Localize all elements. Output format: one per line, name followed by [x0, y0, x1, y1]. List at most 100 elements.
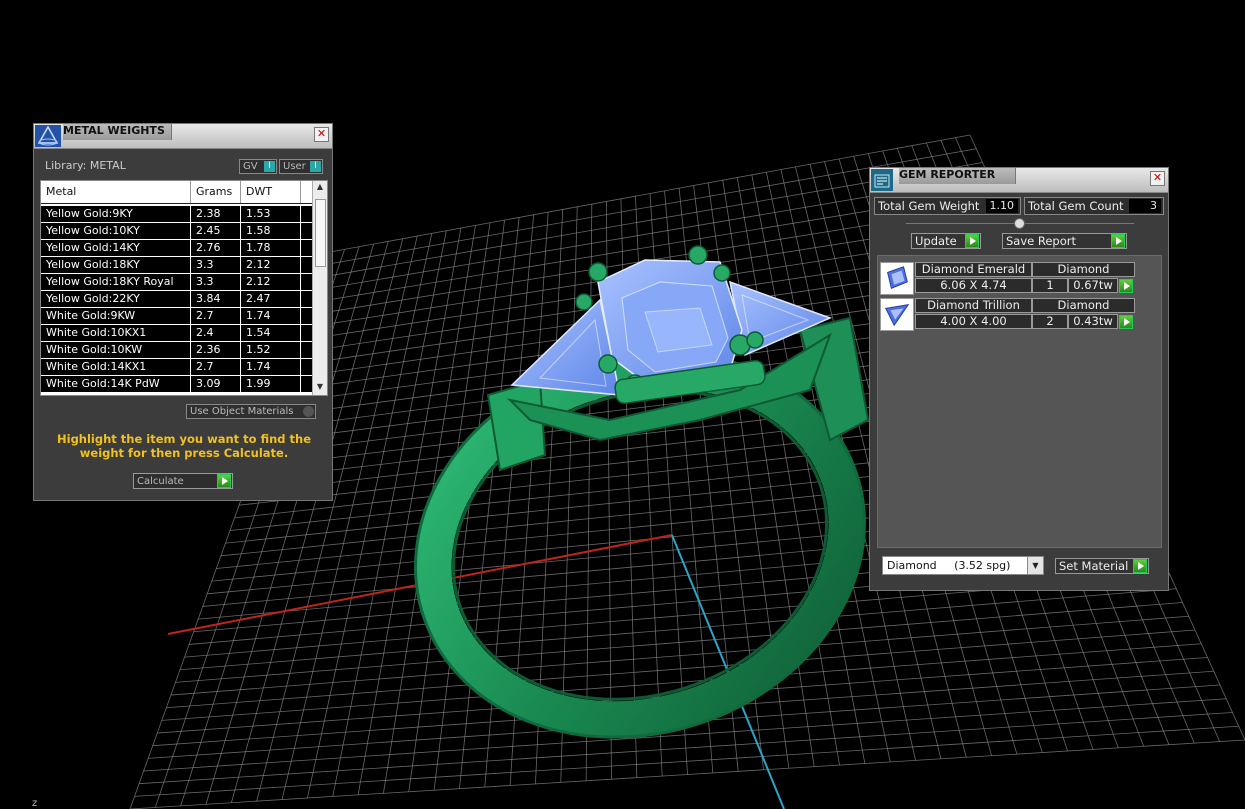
- cell-metal: White Gold:14K PdW: [41, 376, 191, 392]
- metal-table-header: Metal Grams DWT: [41, 181, 313, 204]
- cell-metal: Yellow Gold:10KY: [41, 223, 191, 239]
- gem-reporter-titlebar[interactable]: GEM REPORTER ✕: [870, 168, 1168, 193]
- table-row[interactable]: Yellow Gold:9KY 2.38 1.53: [41, 206, 313, 223]
- gem-detail-arrow-icon[interactable]: [1119, 315, 1133, 329]
- cell-metal: Yellow Gold:18KY: [41, 257, 191, 273]
- gem-list[interactable]: Diamond Emerald Diamond 6.06 X 4.74 1 0.…: [877, 255, 1162, 548]
- table-row[interactable]: Yellow Gold:18KY Royal 3.3 2.12: [41, 274, 313, 291]
- cell-metal: White Gold:9KW: [41, 308, 191, 324]
- gem-size: 6.06 X 4.74: [915, 278, 1032, 293]
- grid-line: [129, 739, 1245, 809]
- gem-weight: 0.67tw: [1068, 278, 1118, 293]
- set-material-button[interactable]: Set Material: [1055, 558, 1149, 574]
- total-gem-weight-value: 1.10: [986, 199, 1018, 213]
- total-gem-count-value: 3: [1129, 199, 1161, 213]
- user-toggle-label: User: [283, 161, 306, 172]
- cell-dwt: 1.78: [241, 240, 301, 256]
- grid-line: [134, 725, 1239, 797]
- table-row[interactable]: White Gold:10KW 2.36 1.52: [41, 342, 313, 359]
- metal-table-scrollbar[interactable]: ▲ ▼: [312, 181, 327, 395]
- use-object-materials-toggle[interactable]: Use Object Materials: [186, 404, 316, 419]
- cell-dwt: 1.54: [241, 325, 301, 341]
- set-material-label: Set Material: [1059, 559, 1129, 573]
- divider-handle-icon[interactable]: [1014, 218, 1025, 229]
- toggle-indicator-icon: I: [264, 161, 275, 172]
- instruction-text: Highlight the item you want to find the …: [57, 432, 311, 460]
- save-report-button[interactable]: Save Report: [1002, 233, 1127, 249]
- metal-weights-title: METAL WEIGHTS: [63, 124, 172, 140]
- gem-name: Diamond Emerald: [915, 262, 1032, 277]
- column-header-grams[interactable]: Grams: [191, 181, 241, 203]
- gem-material: Diamond: [1032, 298, 1135, 313]
- metal-weights-titlebar[interactable]: METAL WEIGHTS ✕: [34, 124, 332, 149]
- save-report-label: Save Report: [1006, 234, 1077, 248]
- scroll-thumb[interactable]: [315, 199, 326, 267]
- table-row[interactable]: White Gold:14KX1 2.7 1.74: [41, 359, 313, 376]
- table-row[interactable]: White Gold:14K PdW 3.09 1.99: [41, 376, 313, 393]
- cell-grams: 3.3: [191, 274, 241, 290]
- gem-detail-arrow-icon[interactable]: [1119, 279, 1133, 293]
- cell-grams: 2.7: [191, 359, 241, 375]
- cell-metal: Yellow Gold:14KY: [41, 240, 191, 256]
- chevron-down-icon[interactable]: ▼: [1027, 557, 1043, 574]
- play-arrow-icon: [1133, 559, 1147, 573]
- metal-table-rows: Yellow Gold:9KY 2.38 1.53 Yellow Gold:10KY 2…: [41, 206, 313, 393]
- cell-metal: Yellow Gold:18KY Royal: [41, 274, 191, 290]
- axis-z-label: z: [32, 798, 37, 809]
- cell-grams: 3.3: [191, 257, 241, 273]
- library-label: Library: METAL: [45, 159, 126, 172]
- gem-list-item[interactable]: Diamond Emerald Diamond 6.06 X 4.74 1 0.…: [878, 260, 1158, 296]
- metal-weights-panel: METAL WEIGHTS ✕ Library: METAL GV I User…: [33, 123, 333, 501]
- column-header-metal[interactable]: Metal: [41, 181, 191, 203]
- metal-weights-app-icon: [35, 125, 61, 147]
- cell-dwt: 1.74: [241, 359, 301, 375]
- total-gem-weight-field: Total Gem Weight 1.10: [874, 197, 1021, 215]
- table-row[interactable]: Yellow Gold:18KY 3.3 2.12: [41, 257, 313, 274]
- cell-dwt: 2.12: [241, 274, 301, 290]
- metal-table[interactable]: Metal Grams DWT Yellow Gold:9KY 2.38 1.53 Y…: [40, 180, 328, 396]
- cell-dwt: 1.53: [241, 206, 301, 222]
- table-row[interactable]: White Gold:9KW 2.7 1.74: [41, 308, 313, 325]
- user-toggle[interactable]: User I: [279, 159, 323, 174]
- close-icon[interactable]: ✕: [1150, 171, 1165, 186]
- scroll-down-icon[interactable]: ▼: [313, 381, 327, 393]
- gem-reporter-panel: GEM REPORTER ✕ Total Gem Weight 1.10 Tot…: [869, 167, 1169, 591]
- cell-grams: 2.76: [191, 240, 241, 256]
- cell-dwt: 2.12: [241, 257, 301, 273]
- table-row[interactable]: White Gold:10KX1 2.4 1.54: [41, 325, 313, 342]
- cell-grams: 2.36: [191, 342, 241, 358]
- cell-grams: 3.84: [191, 291, 241, 307]
- cell-dwt: 1.74: [241, 308, 301, 324]
- table-row[interactable]: Yellow Gold:10KY 2.45 1.58: [41, 223, 313, 240]
- scroll-up-icon[interactable]: ▲: [313, 181, 327, 193]
- emerald-cut-gem-icon: [880, 262, 914, 295]
- gem-reporter-app-icon: [871, 169, 893, 191]
- table-row[interactable]: Yellow Gold:14KY 2.76 1.78: [41, 240, 313, 257]
- cell-metal: White Gold:14KX1: [41, 359, 191, 375]
- cell-dwt: 1.52: [241, 342, 301, 358]
- gem-name: Diamond Trillion: [915, 298, 1032, 313]
- play-arrow-icon: [217, 474, 231, 488]
- column-header-dwt[interactable]: DWT: [241, 181, 301, 203]
- play-arrow-icon: [965, 234, 979, 248]
- material-select[interactable]: Diamond (3.52 spg) ▼: [882, 556, 1044, 575]
- cell-grams: 2.4: [191, 325, 241, 341]
- cell-grams: 2.7: [191, 308, 241, 324]
- trillion-cut-gem-icon: [880, 298, 914, 331]
- toggle-indicator-icon: I: [310, 161, 321, 172]
- cell-dwt: 1.99: [241, 376, 301, 392]
- table-row[interactable]: Yellow Gold:22KY 3.84 2.47: [41, 291, 313, 308]
- cell-metal: Yellow Gold:22KY: [41, 291, 191, 307]
- gem-list-item[interactable]: Diamond Trillion Diamond 4.00 X 4.00 2 0…: [878, 296, 1158, 332]
- gv-toggle[interactable]: GV I: [239, 159, 277, 174]
- total-gem-count-field: Total Gem Count 3: [1024, 197, 1164, 215]
- calculate-button[interactable]: Calculate: [133, 473, 233, 489]
- gem-count: 2: [1032, 314, 1068, 329]
- gem-count: 1: [1032, 278, 1068, 293]
- material-select-value: Diamond (3.52 spg): [887, 559, 1011, 572]
- cell-dwt: 1.58: [241, 223, 301, 239]
- update-button[interactable]: Update: [911, 233, 981, 249]
- gv-toggle-label: GV: [243, 161, 258, 172]
- total-gem-weight-label: Total Gem Weight: [878, 199, 980, 213]
- close-icon[interactable]: ✕: [314, 127, 329, 142]
